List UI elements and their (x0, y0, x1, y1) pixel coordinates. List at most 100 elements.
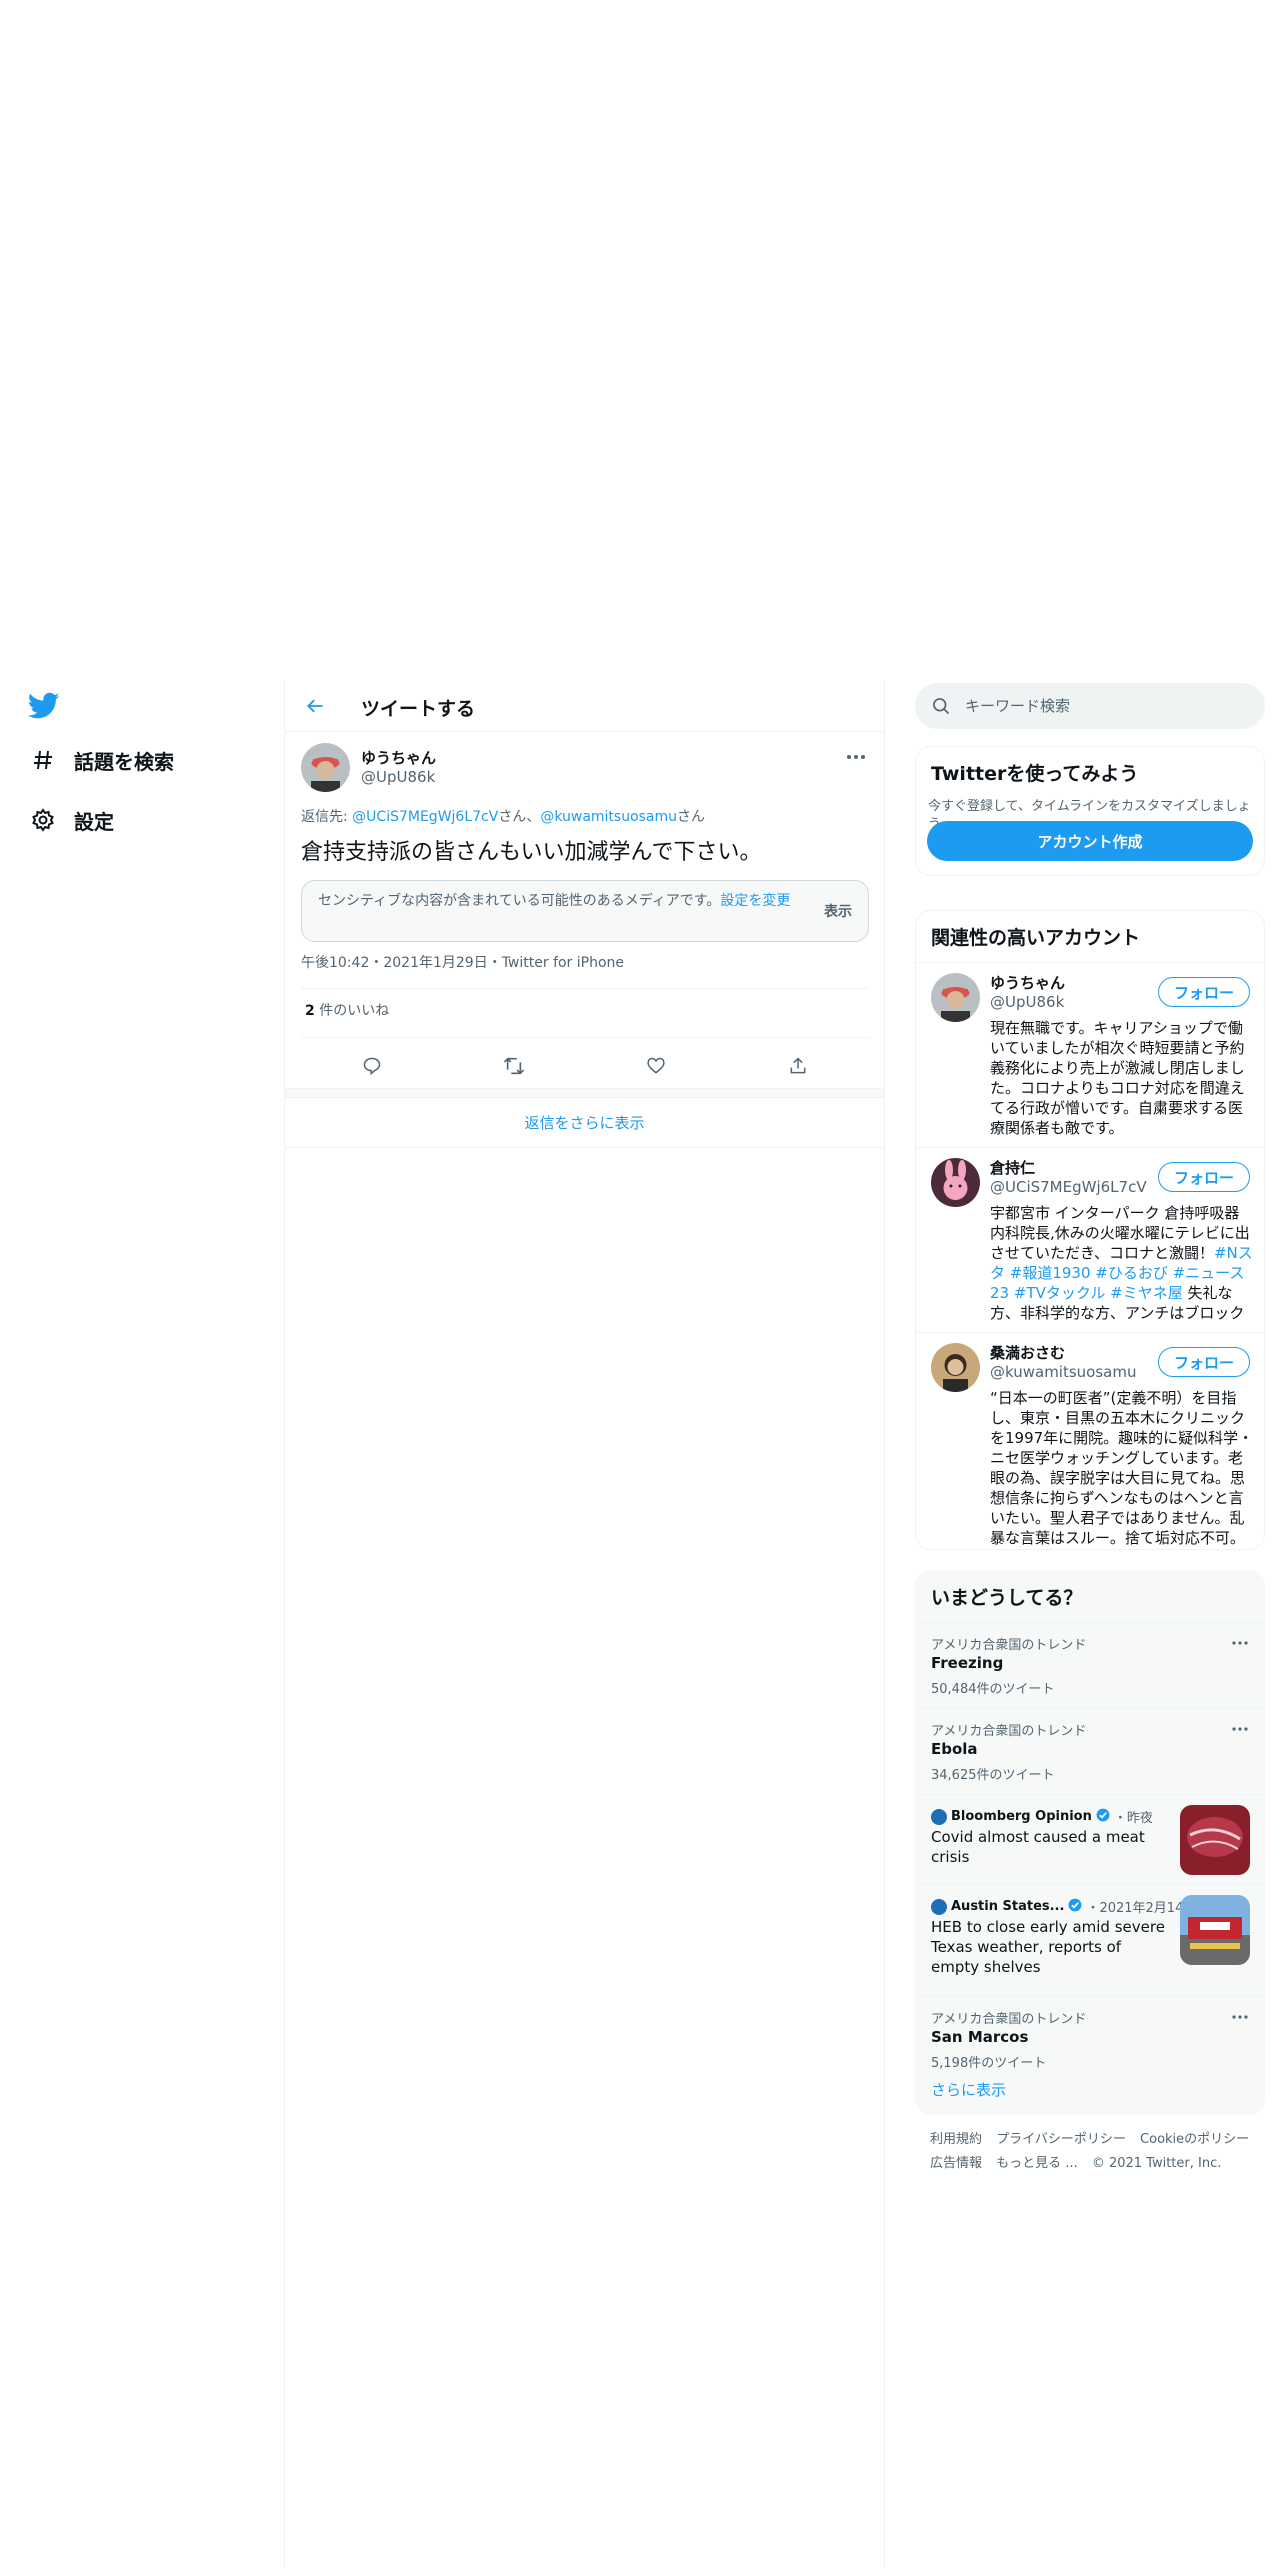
section-separator (285, 1088, 884, 1098)
divider (301, 1037, 869, 1038)
reply-to-line: 返信先: @UCiS7MEgWj6L7cVさん、@kuwamitsuosamuさ… (301, 806, 705, 826)
tweet-text: 倉持支持派の皆さんもいい加減学んで下さい。 (301, 840, 762, 865)
gear-icon (28, 805, 58, 835)
show-more-replies-link[interactable]: 返信をさらに表示 (285, 1098, 884, 1148)
search-box (915, 683, 1265, 729)
account-bio: 宇都宮市 インターパーク 倉持呼吸器内科院長,休みの火曜水曜にテレビに出させてい… (990, 1203, 1254, 1323)
trend-count: 5,198件のツイート (931, 2056, 1047, 2071)
show-media-button[interactable]: 表示 (824, 901, 852, 921)
search-icon (931, 696, 951, 720)
news-title: Covid almost caused a meat crisis (931, 1828, 1145, 1866)
tweet-author-handle[interactable]: @UpU86k (361, 768, 435, 786)
follow-button[interactable]: フォロー (1158, 1162, 1250, 1192)
trends-card: いまどうしてる？ アメリカ合衆国のトレンド Freezing 50,484件のツ… (915, 1570, 1265, 2115)
nav-explore[interactable]: 話題を検索 (28, 740, 174, 780)
hashtag-icon (28, 745, 58, 775)
follow-button[interactable]: フォロー (1158, 977, 1250, 1007)
share-icon[interactable] (780, 1048, 816, 1084)
news-item[interactable]: Austin States... ・2021年2月14日 HEB to clos… (916, 1884, 1264, 1996)
more-link[interactable]: もっと見る ... (996, 2156, 1078, 2171)
news-thumbnail (1180, 1805, 1250, 1875)
verified-badge-icon (1068, 1898, 1082, 1916)
nav-settings-label: 設定 (74, 809, 114, 834)
likes-label: 件のいいね (314, 1003, 390, 1019)
create-account-button[interactable]: アカウント作成 (927, 821, 1253, 861)
source-avatar-icon (931, 1808, 947, 1825)
account-name[interactable]: ゆうちゃん (990, 972, 1065, 993)
trend-item[interactable]: アメリカ合衆国のトレンド Ebola 34,625件のツイート (916, 1708, 1264, 1794)
twitter-logo-icon[interactable] (27, 692, 62, 722)
avatar[interactable] (931, 1158, 980, 1207)
cookie-link[interactable]: Cookieのポリシー (1140, 2132, 1249, 2147)
change-settings-link[interactable]: 設定を変更 (720, 893, 790, 909)
reply-to-separator: さん、 (498, 809, 541, 825)
trend-name: Freezing (931, 1654, 1004, 1672)
tweet-author-name[interactable]: ゆうちゃん (361, 747, 436, 768)
tweet-timestamp[interactable]: 午後10:42・2021年1月29日・Twitter for iPhone (301, 952, 624, 972)
signup-title: Twitterを使ってみよう (931, 763, 1139, 785)
nav-explore-label: 話題を検索 (74, 749, 174, 774)
news-thumbnail (1180, 1895, 1250, 1965)
news-source-name: Bloomberg Opinion (951, 1809, 1092, 1824)
account-name[interactable]: 桑満おさむ (990, 1342, 1065, 1363)
show-more-trends-link[interactable]: さらに表示 (931, 2079, 1006, 2100)
account-item[interactable]: ゆうちゃん @UpU86k フォロー 現在無職です。キャリアショップで働いていま… (916, 962, 1264, 1147)
reply-to-user-link[interactable]: @kuwamitsuosamu (540, 809, 677, 825)
tweet-author-avatar[interactable] (301, 743, 350, 792)
terms-link[interactable]: 利用規約 (930, 2132, 982, 2147)
search-input[interactable] (965, 691, 1245, 721)
divider (301, 988, 869, 989)
likes-count[interactable]: 2 件のいいね (305, 1000, 389, 1020)
page-header: ツイートする (285, 680, 884, 732)
account-handle[interactable]: @UpU86k (990, 993, 1064, 1011)
account-handle[interactable]: @kuwamitsuosamu (990, 1363, 1136, 1381)
signup-card: Twitterを使ってみよう 今すぐ登録して、タイムラインをカスタマイズしましょ… (915, 746, 1265, 876)
privacy-link[interactable]: プライバシーポリシー (996, 2132, 1126, 2147)
sensitive-media-message: センシティブな内容が含まれている可能性のあるメディアです。 (318, 893, 721, 909)
news-title: HEB to close early amid severe Texas wea… (931, 1918, 1165, 1976)
trends-title: いまどうしてる？ (931, 1587, 1083, 1609)
account-item[interactable]: 倉持仁 @UCiS7MEgWj6L7cV フォロー 宇都宮市 インターパーク 倉… (916, 1147, 1264, 1332)
page-title: ツイートする (361, 698, 476, 720)
account-name[interactable]: 倉持仁 (990, 1157, 1035, 1178)
more-options-icon[interactable] (1228, 1631, 1252, 1655)
related-accounts-card: 関連性の高いアカウント ゆうちゃん @UpU86k フォロー 現在無職です。キャ… (915, 910, 1265, 1550)
account-handle[interactable]: @UCiS7MEgWj6L7cV (990, 1178, 1147, 1196)
like-heart-icon[interactable] (638, 1048, 674, 1084)
more-options-icon[interactable] (844, 745, 868, 769)
nav-settings[interactable]: 設定 (28, 800, 114, 840)
news-item[interactable]: Bloomberg Opinion ・昨夜 Covid almost cause… (916, 1794, 1264, 1884)
ads-info-link[interactable]: 広告情報 (930, 2156, 982, 2171)
main-column: ツイートする ゆうちゃん @UpU86k 返信先: @UCiS7MEgWj6L7… (284, 680, 885, 2568)
trend-name: Ebola (931, 1740, 978, 1758)
account-bio-text: 宇都宮市 インターパーク 倉持呼吸器内科院長,休みの火曜水曜にテレビに出させてい… (990, 1204, 1250, 1262)
trend-item[interactable]: アメリカ合衆国のトレンド Freezing 50,484件のツイート (916, 1622, 1264, 1708)
retweet-icon[interactable] (496, 1048, 532, 1084)
copyright: © 2021 Twitter, Inc. (1091, 2156, 1222, 2171)
trend-count: 34,625件のツイート (931, 1768, 1055, 1783)
likes-number: 2 (305, 1003, 315, 1019)
avatar[interactable] (931, 973, 980, 1022)
trend-context: アメリカ合衆国のトレンド (931, 1638, 1087, 1653)
trend-context: アメリカ合衆国のトレンド (931, 2012, 1087, 2027)
footer-links: 利用規約 プライバシーポリシー Cookieのポリシー 広告情報 もっと見る .… (930, 2128, 1259, 2176)
back-arrow-icon[interactable] (301, 692, 329, 720)
account-bio: 現在無職です。キャリアショップで働いていましたが相次ぐ時短要請と予約義務化により… (990, 1019, 1245, 1137)
avatar[interactable] (931, 1343, 980, 1392)
account-item[interactable]: 桑満おさむ @kuwamitsuosamu フォロー “日本一の町医者”(定義不… (916, 1332, 1264, 1549)
more-options-icon[interactable] (1228, 2005, 1252, 2029)
sensitive-media-warning: センシティブな内容が含まれている可能性のあるメディアです。設定を変更 表示 (301, 880, 869, 942)
reply-to-user-link[interactable]: @UCiS7MEgWj6L7cV (352, 809, 498, 825)
reply-to-prefix: 返信先: (301, 809, 353, 825)
trend-name: San Marcos (931, 2028, 1029, 2046)
related-accounts-title: 関連性の高いアカウント (931, 927, 1141, 949)
verified-badge-icon (1096, 1808, 1110, 1826)
more-options-icon[interactable] (1228, 1717, 1252, 1741)
news-source-name: Austin States... (951, 1899, 1065, 1914)
trend-item[interactable]: アメリカ合衆国のトレンド San Marcos 5,198件のツイート (916, 1996, 1264, 2082)
follow-button[interactable]: フォロー (1158, 1347, 1250, 1377)
reply-icon[interactable] (354, 1048, 390, 1084)
tweet-actions (301, 1044, 869, 1088)
trend-context: アメリカ合衆国のトレンド (931, 1724, 1087, 1739)
trend-count: 50,484件のツイート (931, 1682, 1055, 1697)
